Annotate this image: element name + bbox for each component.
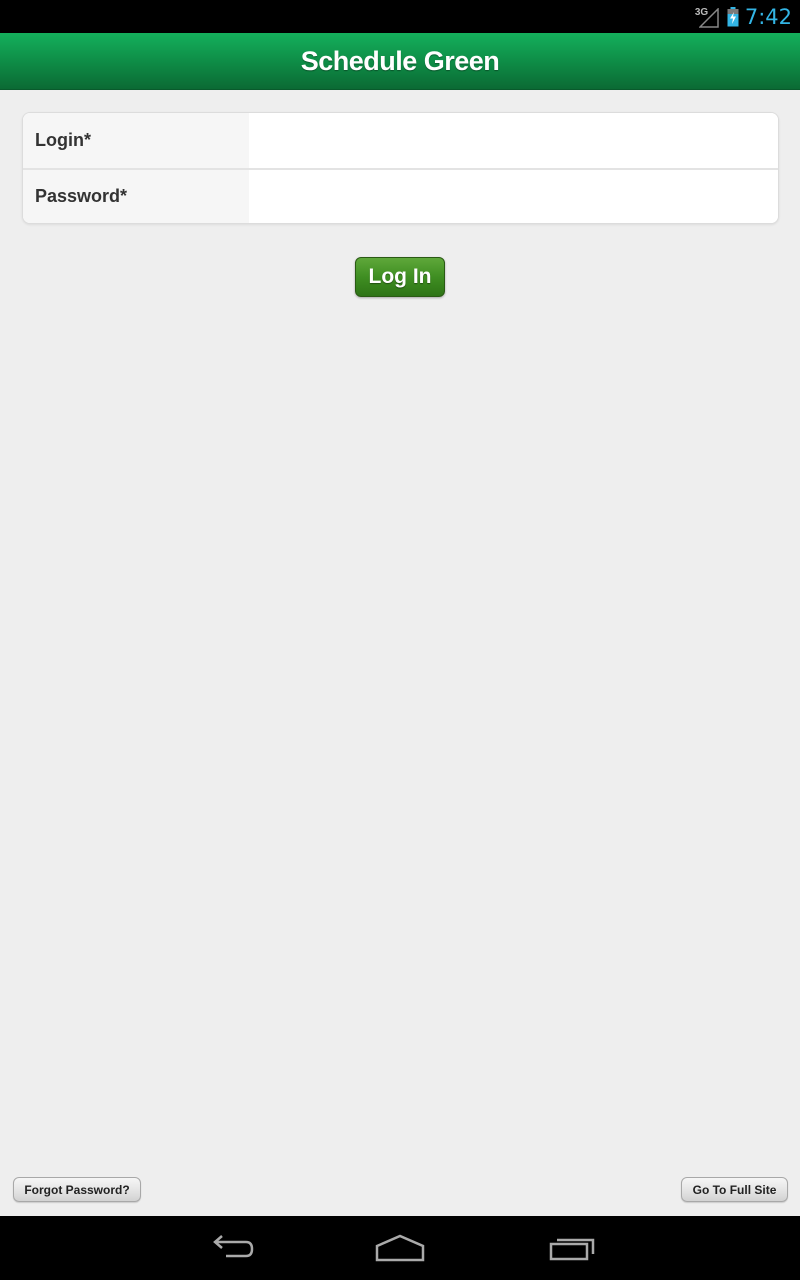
home-icon [375, 1234, 425, 1262]
status-bar: 3G 7:42 [0, 0, 800, 33]
forgot-password-button[interactable]: Forgot Password? [13, 1177, 141, 1202]
login-row: Login* [23, 113, 778, 168]
clock: 7:42 [744, 4, 792, 29]
status-icons: 3G 7:42 [695, 0, 792, 33]
battery-charging-icon [727, 6, 739, 27]
go-to-full-site-button[interactable]: Go To Full Site [681, 1177, 788, 1202]
back-button[interactable] [200, 1230, 260, 1266]
password-input[interactable] [249, 170, 778, 223]
app-header: Schedule Green [0, 33, 800, 90]
login-label: Login* [23, 113, 249, 168]
signal-icon: 3G [695, 4, 721, 30]
password-label: Password* [23, 170, 249, 223]
recent-apps-button[interactable] [541, 1230, 601, 1266]
password-row: Password* [23, 168, 778, 223]
log-in-button[interactable]: Log In [355, 257, 445, 297]
login-input[interactable] [249, 113, 778, 168]
home-button[interactable] [370, 1230, 430, 1266]
page-title: Schedule Green [300, 45, 500, 76]
login-form: Login* Password* [22, 112, 779, 224]
recent-apps-icon [549, 1238, 595, 1261]
navigation-bar [0, 1216, 800, 1280]
back-icon [213, 1235, 254, 1258]
